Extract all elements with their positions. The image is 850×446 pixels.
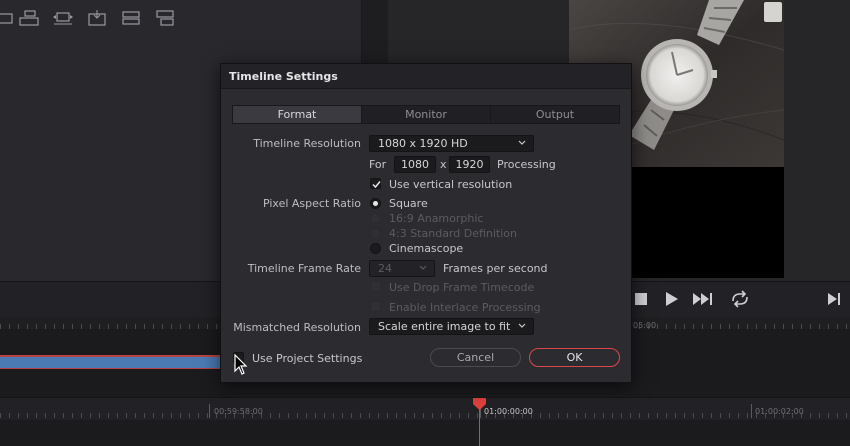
option-anamorphic-label: 16:9 Anamorphic — [389, 212, 484, 225]
chevron-down-icon — [518, 323, 526, 328]
interlace-checkbox[interactable] — [370, 301, 381, 312]
insert-clip-icon[interactable] — [17, 8, 41, 28]
place-on-top-icon[interactable] — [153, 8, 177, 28]
mouse-cursor-icon — [234, 353, 248, 376]
radio-cinemascope[interactable] — [370, 243, 381, 254]
timeline-resolution-label: Timeline Resolution — [253, 137, 361, 150]
vertical-resolution-label: Use vertical resolution — [389, 178, 513, 191]
drop-frame-label: Use Drop Frame Timecode — [389, 281, 535, 294]
mismatched-resolution-dropdown[interactable]: Scale entire image to fit — [369, 318, 534, 335]
fit-to-fill-icon[interactable] — [119, 8, 143, 28]
resolution-width-input[interactable]: 1080 — [394, 156, 436, 173]
timeline-resolution-value: 1080 x 1920 HD — [378, 137, 468, 150]
loop-icon[interactable] — [729, 289, 751, 309]
play-icon[interactable] — [661, 289, 683, 309]
radio-standard-definition[interactable] — [370, 228, 381, 239]
checkmark-icon — [372, 181, 381, 189]
timecode-tick — [209, 404, 210, 418]
video-clip[interactable] — [0, 355, 230, 369]
frame-rate-label: Timeline Frame Rate — [247, 262, 361, 275]
radio-square[interactable] — [370, 198, 381, 209]
for-label: For — [369, 158, 387, 171]
tab-format[interactable]: Format — [233, 106, 362, 123]
mismatched-resolution-value: Scale entire image to fit — [378, 320, 511, 333]
x-label: x — [440, 158, 447, 171]
replace-clip-icon[interactable] — [85, 8, 109, 28]
timeline-ruler-lower[interactable] — [0, 397, 850, 420]
radio-anamorphic[interactable] — [370, 213, 381, 224]
tab-output[interactable]: Output — [491, 106, 619, 123]
mismatched-resolution-label: Mismatched Resolution — [233, 321, 361, 334]
timeline-settings-dialog: Timeline Settings Format Monitor Output … — [220, 63, 632, 383]
edit-mode-icon[interactable] — [0, 8, 18, 28]
timeline-resolution-dropdown[interactable]: 1080 x 1920 HD — [369, 135, 534, 152]
use-project-settings-label: Use Project Settings — [252, 352, 363, 365]
timecode-label: 01:00:00:00 — [484, 407, 533, 416]
chevron-down-icon — [518, 140, 526, 145]
processing-label: Processing — [497, 158, 556, 171]
timecode-label: 00:59:58:00 — [214, 407, 263, 416]
next-clip-icon[interactable] — [824, 289, 846, 309]
dialog-title: Timeline Settings — [221, 64, 631, 89]
overwrite-clip-icon[interactable] — [51, 8, 75, 28]
option-sd-label: 4:3 Standard Definition — [389, 227, 518, 240]
ok-button[interactable]: OK — [529, 348, 620, 367]
interlace-label: Enable Interlace Processing — [389, 301, 541, 314]
chevron-down-icon — [419, 265, 427, 270]
playhead-line — [479, 408, 480, 446]
cancel-button[interactable]: Cancel — [430, 348, 521, 367]
frames-per-second-label: Frames per second — [443, 262, 548, 275]
tab-monitor[interactable]: Monitor — [362, 106, 491, 123]
resolution-height-input[interactable]: 1920 — [449, 156, 490, 173]
fast-forward-icon[interactable] — [692, 289, 714, 309]
settings-tabs: Format Monitor Output — [232, 105, 620, 124]
frame-rate-dropdown[interactable]: 24 — [369, 260, 435, 277]
stop-icon[interactable] — [631, 289, 653, 309]
drop-frame-checkbox[interactable] — [370, 281, 381, 292]
option-cinemascope-label: Cinemascope — [389, 242, 464, 255]
frame-rate-value: 24 — [378, 262, 392, 275]
timecode-tick — [751, 404, 752, 418]
vertical-resolution-checkbox[interactable] — [370, 178, 381, 189]
timeline-track-lower[interactable] — [0, 420, 850, 446]
pixel-aspect-label: Pixel Aspect Ratio — [262, 197, 361, 210]
option-square-label: Square — [389, 197, 428, 210]
timecode-label: 01:00:02:00 — [755, 407, 804, 416]
